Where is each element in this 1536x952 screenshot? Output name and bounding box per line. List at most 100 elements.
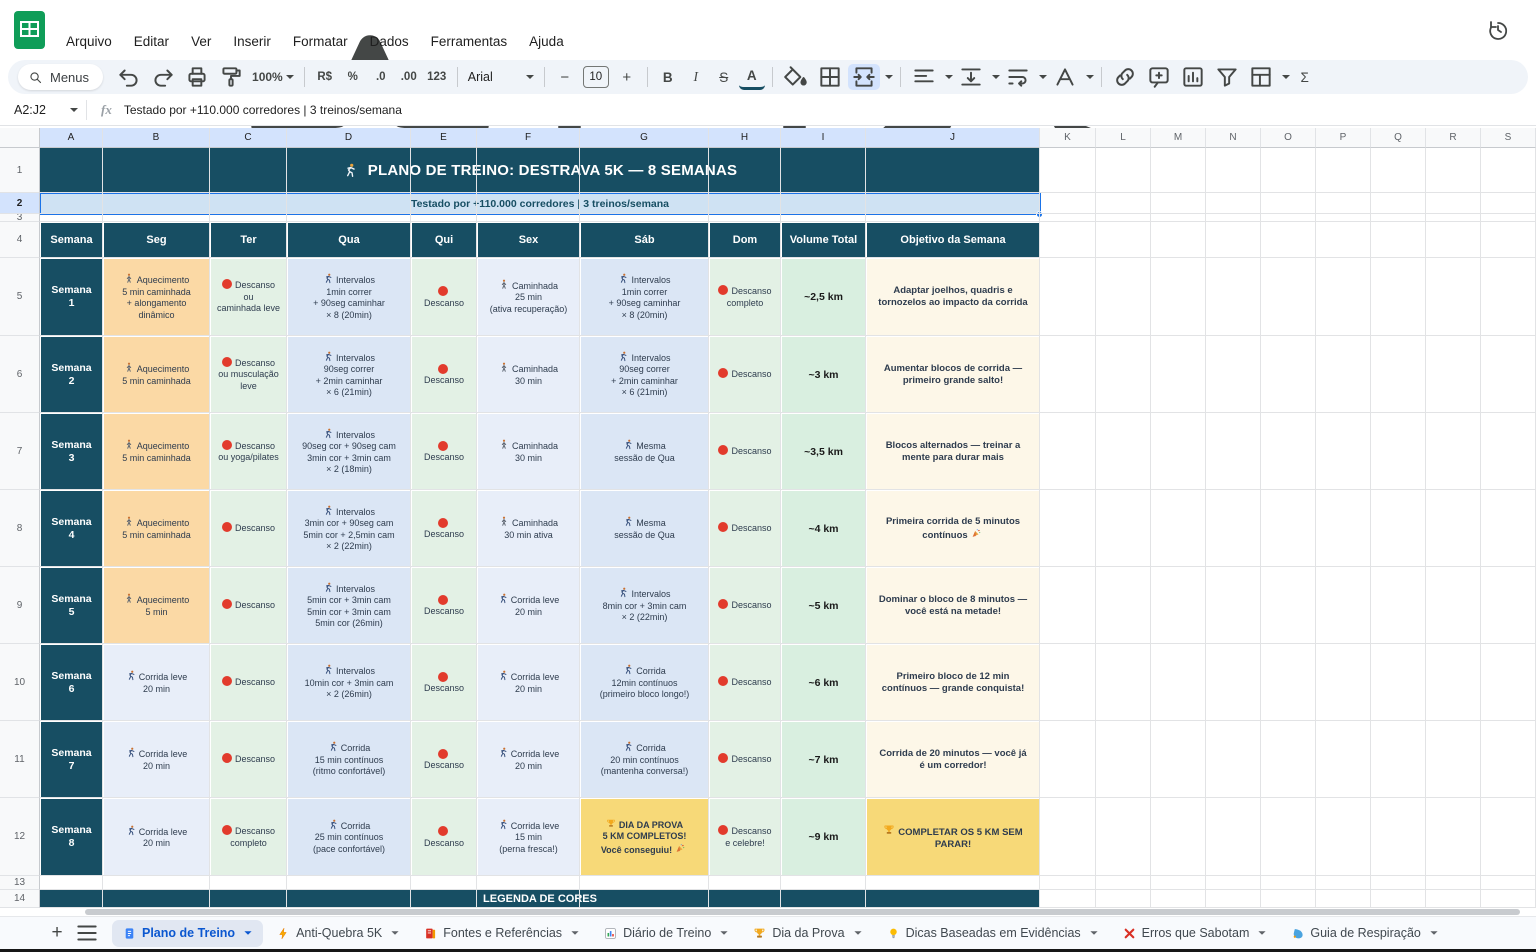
cell-w1-qui[interactable]: Descanso [411, 258, 477, 336]
cell-w5-sab[interactable]: Intervalos8min cor + 3min cam× 2 (22min) [580, 567, 709, 644]
title-banner[interactable]: PLANO DE TREINO: DESTRAVA 5K — 8 SEMANAS [40, 148, 1040, 193]
print-button[interactable] [181, 64, 213, 90]
cell-goal-7[interactable]: Corrida de 20 minutos — você já é um cor… [866, 721, 1040, 798]
column-header-F[interactable]: F [477, 128, 580, 148]
column-header-O[interactable]: O [1261, 128, 1316, 148]
cell-volume-4[interactable]: ~4 km [781, 490, 866, 567]
horizontal-scrollbar[interactable] [0, 908, 1536, 916]
cell-w8-dom[interactable]: Descansoe celebre! [709, 798, 781, 876]
percent-format-button[interactable]: % [340, 64, 366, 90]
column-header-C[interactable]: C [210, 128, 287, 148]
cell-week-1[interactable]: Semana1 [40, 258, 103, 336]
cell-w4-qui[interactable]: Descanso [411, 490, 477, 567]
decrease-font-button[interactable]: − [552, 64, 578, 90]
cell-w2-ter[interactable]: Descansoou musculaçãoleve [210, 336, 287, 413]
cell-w8-qua[interactable]: Corrida25 min contínuos(pace confortável… [287, 798, 411, 876]
cell-w7-qui[interactable]: Descanso [411, 721, 477, 798]
cell-w8-sex[interactable]: Corrida leve15 min(perna fresca!) [477, 798, 580, 876]
cell-w5-sex[interactable]: Corrida leve20 min [477, 567, 580, 644]
table-header-7[interactable]: Dom [709, 222, 781, 258]
table-header-2[interactable]: Ter [210, 222, 287, 258]
insert-chart-button[interactable] [1177, 64, 1209, 90]
table-header-1[interactable]: Seg [103, 222, 210, 258]
table-header-5[interactable]: Sex [477, 222, 580, 258]
cell-goal-6[interactable]: Primeiro bloco de 12 min contínuos — gra… [866, 644, 1040, 721]
text-wrap-button[interactable] [1002, 64, 1034, 90]
sheet-tab-anti-quebra-5k[interactable]: Anti-Quebra 5K [266, 920, 410, 947]
cell-w2-dom[interactable]: Descanso [709, 336, 781, 413]
cell-w7-sex[interactable]: Corrida leve20 min [477, 721, 580, 798]
column-header-G[interactable]: G [580, 128, 709, 148]
cell-w6-seg[interactable]: Corrida leve20 min [103, 644, 210, 721]
functions-button[interactable]: Σ [1292, 64, 1318, 90]
cell-week-3[interactable]: Semana3 [40, 413, 103, 490]
menu-ajuda[interactable]: Ajuda [520, 31, 573, 52]
cell-volume-7[interactable]: ~7 km [781, 721, 866, 798]
font-size-input[interactable]: 10 [583, 66, 609, 88]
cell-w6-qui[interactable]: Descanso [411, 644, 477, 721]
filter-button[interactable] [1211, 64, 1243, 90]
merge-cells-caret[interactable] [885, 75, 893, 79]
row-header-14[interactable]: 14 [0, 890, 40, 908]
cell-w3-sex[interactable]: Caminhada30 min [477, 413, 580, 490]
text-color-button[interactable]: A [739, 64, 765, 90]
cell-goal-4[interactable]: Primeira corrida de 5 minutos contínuos [866, 490, 1040, 567]
undo-button[interactable] [113, 64, 145, 90]
zoom-select[interactable]: 100% [249, 64, 297, 90]
cell-w7-dom[interactable]: Descanso [709, 721, 781, 798]
formula-content[interactable]: Testado por +110.000 corredores | 3 trei… [124, 103, 402, 117]
cell-goal-5[interactable]: Dominar o bloco de 8 minutos — você está… [866, 567, 1040, 644]
cell-w2-sex[interactable]: Caminhada30 min [477, 336, 580, 413]
strikethrough-button[interactable]: S [711, 64, 737, 90]
redo-button[interactable] [147, 64, 179, 90]
cell-w3-seg[interactable]: Aquecimento5 min caminhada [103, 413, 210, 490]
cell-w4-seg[interactable]: Aquecimento5 min caminhada [103, 490, 210, 567]
sheet-tab-erros-que-sabotam[interactable]: Erros que Sabotam [1112, 920, 1278, 947]
menu-inserir[interactable]: Inserir [224, 31, 280, 52]
table-header-8[interactable]: Volume Total [781, 222, 866, 258]
cell-week-2[interactable]: Semana2 [40, 336, 103, 413]
sheet-tab-fontes-e-refer-ncias[interactable]: Fontes e Referências [413, 920, 590, 947]
menu-ferramentas[interactable]: Ferramentas [422, 31, 517, 52]
cell-week-5[interactable]: Semana5 [40, 567, 103, 644]
menu-formatar[interactable]: Formatar [284, 31, 357, 52]
cell-w3-qua[interactable]: Intervalos90seg cor + 90seg cam3min cor … [287, 413, 411, 490]
text-rotation-button[interactable] [1049, 64, 1081, 90]
cell-w4-sex[interactable]: Caminhada30 min ativa [477, 490, 580, 567]
cell-w5-dom[interactable]: Descanso [709, 567, 781, 644]
cell-w5-qui[interactable]: Descanso [411, 567, 477, 644]
table-header-0[interactable]: Semana [40, 222, 103, 258]
column-header-I[interactable]: I [781, 128, 866, 148]
column-header-S[interactable]: S [1481, 128, 1536, 148]
row-header-7[interactable]: 7 [0, 413, 40, 490]
table-header-4[interactable]: Qui [411, 222, 477, 258]
column-header-B[interactable]: B [103, 128, 210, 148]
cell-w2-qua[interactable]: Intervalos90seg correr+ 2min caminhar× 6… [287, 336, 411, 413]
increase-decimal-button[interactable]: .00 [396, 64, 422, 90]
cell-week-4[interactable]: Semana4 [40, 490, 103, 567]
column-header-Q[interactable]: Q [1371, 128, 1426, 148]
menu-arquivo[interactable]: Arquivo [57, 31, 121, 52]
cell-volume-3[interactable]: ~3,5 km [781, 413, 866, 490]
cell-volume-2[interactable]: ~3 km [781, 336, 866, 413]
version-history-icon[interactable] [1486, 18, 1510, 42]
cell-w7-qua[interactable]: Corrida15 min contínuos(ritmo confortáve… [287, 721, 411, 798]
sheet-tab-plano-de-treino[interactable]: Plano de Treino [112, 920, 263, 947]
menu-ver[interactable]: Ver [182, 31, 220, 52]
cell-week-7[interactable]: Semana7 [40, 721, 103, 798]
cell-w8-seg[interactable]: Corrida leve20 min [103, 798, 210, 876]
cell-w4-qua[interactable]: Intervalos3min cor + 90seg cam5min cor +… [287, 490, 411, 567]
paint-format-button[interactable] [215, 64, 247, 90]
decrease-decimal-button[interactable]: .0 [368, 64, 394, 90]
sheet-tab-guia-de-respira-o[interactable]: Guia de Respiração [1280, 920, 1448, 947]
subtitle-banner[interactable]: Testado por +110.000 corredores | 3 trei… [40, 193, 1040, 214]
column-header-D[interactable]: D [287, 128, 411, 148]
row-header-8[interactable]: 8 [0, 490, 40, 567]
row-header-5[interactable]: 5 [0, 258, 40, 336]
menu-editar[interactable]: Editar [125, 31, 178, 52]
cell-w6-qua[interactable]: Intervalos10min cor + 3min cam× 2 (26min… [287, 644, 411, 721]
cell-volume-6[interactable]: ~6 km [781, 644, 866, 721]
cell-w2-qui[interactable]: Descanso [411, 336, 477, 413]
column-header-A[interactable]: A [40, 128, 103, 148]
bold-button[interactable]: B [655, 64, 681, 90]
